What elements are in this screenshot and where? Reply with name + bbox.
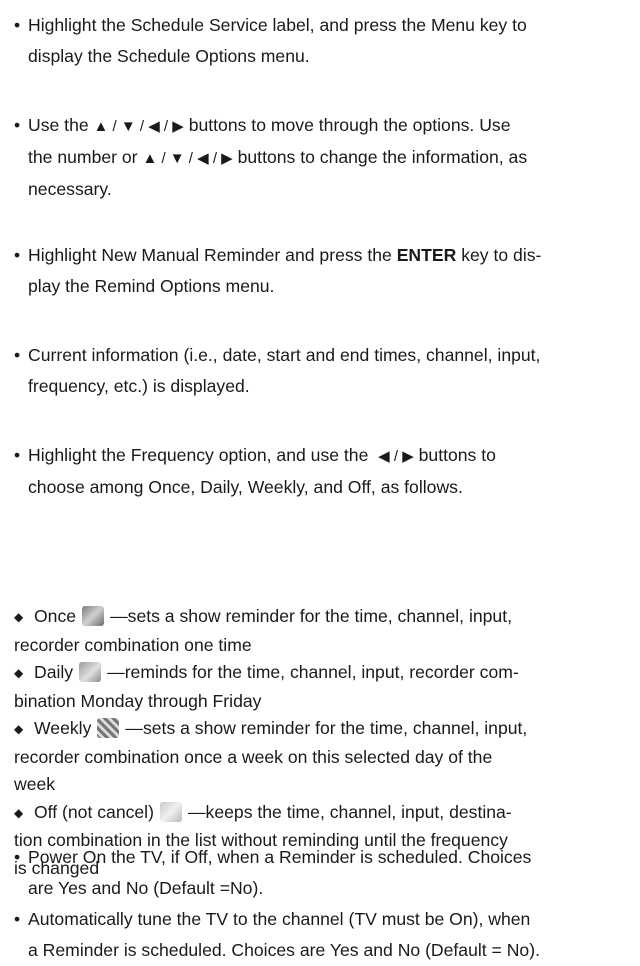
text-line: —sets a show reminder for the time, chan… xyxy=(110,606,512,626)
once-icon xyxy=(82,606,105,626)
text-line: Highlight New Manual Reminder and press … xyxy=(28,245,392,265)
frequency-name: Off (not cancel) xyxy=(34,801,154,822)
frequency-paragraph: • Highlight the Frequency option, and use… xyxy=(14,440,630,503)
bullet: • xyxy=(14,345,21,365)
frequency-item-weekly: ◆ Weekly —sets a show reminder for the tim… xyxy=(14,715,630,799)
text-line: a Reminder is scheduled. Choices are Yes… xyxy=(28,940,540,960)
current-information-paragraph: • Current information (i.e., date, start … xyxy=(14,340,630,402)
frequency-name: Daily xyxy=(34,662,74,682)
text-line: buttons to move through the options. Use xyxy=(188,115,511,135)
text-line: choose among Once, Daily, Weekly, and Of… xyxy=(28,477,463,497)
daily-icon xyxy=(79,662,102,682)
text-line: buttons to change the information, as xyxy=(237,147,528,167)
arrow-buttons-glyphs: ▲ / ▼ / ◀ / ▶ xyxy=(93,118,184,135)
text-line: the number or xyxy=(28,147,138,167)
text-line: frequency, etc.) is displayed. xyxy=(28,376,250,396)
text-line: Highlight the Schedule Service label, an… xyxy=(28,15,527,35)
weekly-icon xyxy=(97,718,120,738)
schedule-service-paragraph: • Highlight the Schedule Service label, a… xyxy=(14,10,630,72)
text-line: are Yes and No (Default =No). xyxy=(28,878,264,898)
text-line: necessary. xyxy=(28,179,112,199)
text-line: recorder combination once a week on this… xyxy=(14,746,493,767)
text-line: Highlight the Frequency option, and use … xyxy=(28,445,369,465)
navigate-options-paragraph: • Use the ▲ / ▼ / ◀ / ▶ buttons to move t… xyxy=(14,110,630,205)
bullet: • xyxy=(14,445,21,465)
power-on-paragraph: • Power On the TV, if Off, when a Reminde… xyxy=(14,842,630,904)
text-line: —sets a show reminder for the time, chan… xyxy=(125,718,528,738)
text-line: display the Schedule Options menu. xyxy=(28,46,310,66)
text-line: recorder combination one time xyxy=(14,634,252,655)
off-icon xyxy=(159,801,182,822)
text-line: key to dis- xyxy=(461,245,542,265)
frequency-item-once: ◆ Once —sets a show reminder for the time,… xyxy=(14,603,630,659)
diamond-bullet: ◆ xyxy=(14,722,24,736)
text-line: —reminds for the time, channel, input, r… xyxy=(107,662,519,682)
text-line: —keeps the time, channel, input, destina… xyxy=(187,801,512,822)
text-line: Use the xyxy=(28,115,89,135)
text-line: bination Monday through Friday xyxy=(14,690,262,711)
text-line: buttons to xyxy=(418,445,496,465)
frequency-name: Once xyxy=(34,606,77,626)
bullet: • xyxy=(14,115,21,135)
frequency-item-daily: ◆ Daily —reminds for the time, channel, in… xyxy=(14,659,630,715)
bullet: • xyxy=(14,909,21,929)
bullet: • xyxy=(14,15,21,35)
arrow-buttons-glyphs: ◀ / ▶ xyxy=(378,448,414,465)
frequency-options-list: ◆ Once —sets a show reminder for the time,… xyxy=(14,603,630,882)
arrow-buttons-glyphs: ▲ / ▼ / ◀ / ▶ xyxy=(142,150,233,167)
text-line: Current information (i.e., date, start a… xyxy=(28,345,541,365)
text-line: play the Remind Options menu. xyxy=(28,276,275,296)
frequency-name: Weekly xyxy=(34,718,92,738)
new-manual-reminder-paragraph: • Highlight New Manual Reminder and press… xyxy=(14,240,630,302)
enter-key-label: ENTER xyxy=(396,245,457,265)
bullet: • xyxy=(14,245,21,265)
text-line: week xyxy=(14,774,56,794)
diamond-bullet: ◆ xyxy=(14,666,24,680)
auto-tune-paragraph: • Automatically tune the TV to the channe… xyxy=(14,904,630,966)
diamond-bullet: ◆ xyxy=(14,805,24,820)
text-line: Power On the TV, if Off, when a Reminder… xyxy=(28,847,532,867)
text-line: Automatically tune the TV to the channel… xyxy=(28,909,531,929)
manual-page: • Highlight the Schedule Service label, a… xyxy=(0,0,640,964)
bullet: • xyxy=(14,847,21,867)
diamond-bullet: ◆ xyxy=(14,610,24,624)
